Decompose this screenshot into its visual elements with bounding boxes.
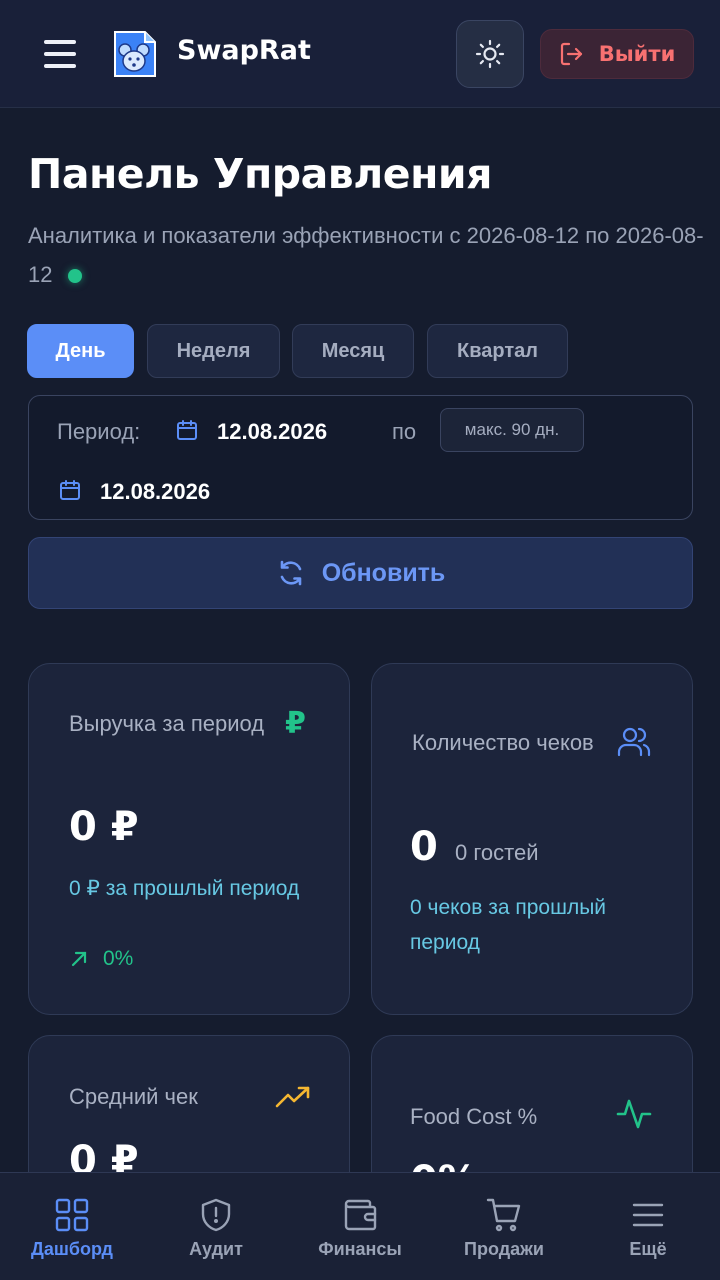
trending-up-icon: [275, 1086, 310, 1108]
sun-icon: [475, 39, 505, 69]
card-title: Количество чеков: [412, 730, 594, 755]
nav-label: Ещё: [629, 1239, 667, 1259]
wallet-icon: [344, 1199, 377, 1231]
tab-month[interactable]: Месяц: [292, 324, 414, 378]
date-range-picker: Период: 12.08.2026 по макс. 90 дн. 12.08…: [28, 395, 693, 520]
calendar-icon[interactable]: [58, 478, 82, 502]
refresh-button[interactable]: Обновить: [28, 537, 693, 609]
max-range-badge: макс. 90 дн.: [440, 408, 584, 452]
page-title: Панель Управления: [28, 150, 492, 198]
subtitle-text: Аналитика и показатели эффективности с 2…: [28, 223, 704, 287]
card-title: Выручка за период: [69, 711, 265, 736]
logout-label: Выйти: [598, 42, 676, 66]
nav-item-sales[interactable]: Продажи: [432, 1173, 576, 1280]
trend-value: 0%: [103, 947, 134, 970]
calendar-icon[interactable]: [175, 418, 199, 442]
card-value: 0: [410, 824, 438, 870]
date-to-input[interactable]: 12.08.2026: [100, 479, 210, 505]
refresh-label: Обновить: [321, 558, 446, 587]
range-to-label: по: [392, 419, 417, 444]
logout-icon: [560, 42, 582, 66]
revenue-card: Выручка за период ₽ 0 ₽ 0 ₽ за прошлый п…: [28, 663, 350, 1015]
nav-label: Дашборд: [31, 1239, 113, 1259]
shield-icon: [201, 1198, 231, 1232]
app-header: SwapRat Выйти: [0, 0, 720, 108]
nav-item-more[interactable]: Ещё: [576, 1173, 720, 1280]
logout-button[interactable]: Выйти: [540, 29, 694, 79]
refresh-icon: [280, 560, 301, 586]
theme-toggle-button[interactable]: [456, 20, 524, 88]
swaprat-logo: [114, 31, 156, 77]
bottom-navigation: Дашборд Аудит Финансы Продажи Ещё: [0, 1172, 720, 1280]
card-title: Food Cost %: [410, 1104, 538, 1129]
nav-item-audit[interactable]: Аудит: [144, 1173, 288, 1280]
brand-name: SwapRat: [177, 35, 311, 66]
tab-day[interactable]: День: [27, 324, 134, 378]
users-icon: [617, 727, 651, 757]
page-subtitle: Аналитика и показатели эффективности с 2…: [28, 216, 708, 294]
nav-label: Продажи: [464, 1239, 544, 1259]
activity-icon: [616, 1099, 652, 1129]
card-previous-period: 0 чеков за прошлый период: [410, 896, 607, 954]
tab-week[interactable]: Неделя: [147, 324, 280, 378]
period-label: Период:: [57, 419, 141, 444]
menu-icon: [632, 1203, 664, 1227]
arrow-up-right-icon: [71, 951, 87, 967]
date-from-input[interactable]: 12.08.2026: [217, 419, 327, 445]
nav-item-finance[interactable]: Финансы: [288, 1173, 432, 1280]
nav-item-dashboard[interactable]: Дашборд: [0, 1173, 144, 1280]
guests-count: 0 гостей: [455, 840, 539, 865]
card-title: Средний чек: [69, 1084, 198, 1109]
nav-label: Аудит: [189, 1239, 243, 1259]
tab-quarter[interactable]: Квартал: [427, 324, 568, 378]
card-value: 0 ₽: [69, 804, 139, 850]
cart-icon: [486, 1198, 521, 1232]
live-status-dot: [68, 269, 83, 284]
card-trend: 0%: [69, 947, 133, 971]
card-previous-period: 0 ₽ за прошлый период: [69, 877, 300, 900]
nav-label: Финансы: [318, 1239, 402, 1259]
hamburger-menu-icon[interactable]: [40, 36, 80, 72]
dashboard-icon: [55, 1198, 89, 1232]
checks-card: Количество чеков 0 0 гостей 0 чеков за п…: [371, 663, 693, 1015]
ruble-icon: ₽: [285, 706, 306, 741]
